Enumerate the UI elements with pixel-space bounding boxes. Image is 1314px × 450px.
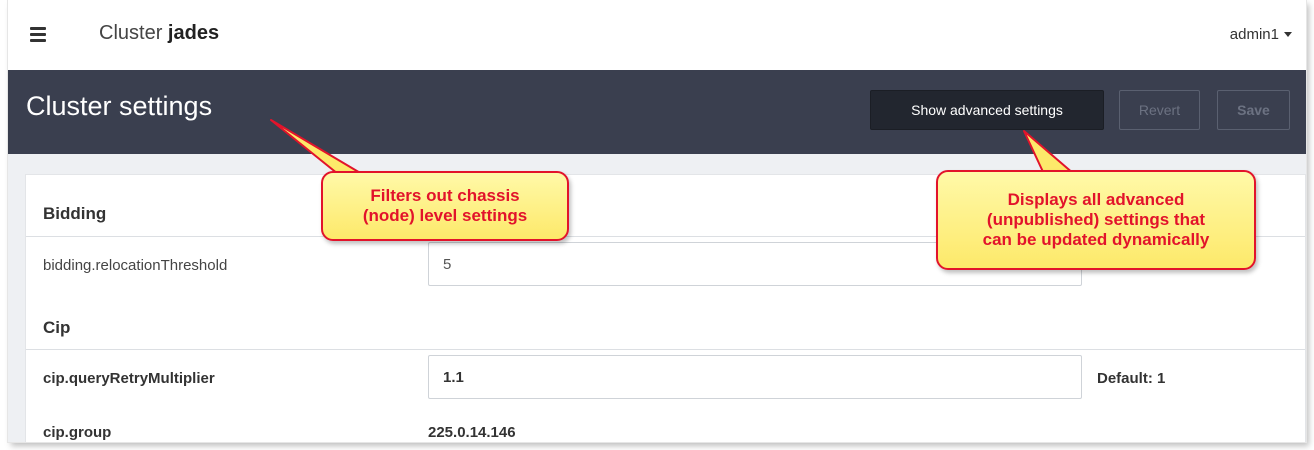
- section-title-cip: Cip: [43, 318, 71, 337]
- setting-label-cip-group: cip.group: [43, 424, 112, 441]
- app-window: Cluster jades admin1 Cluster settings Sh…: [8, 0, 1306, 442]
- show-advanced-settings-button[interactable]: Show advanced settings: [870, 90, 1104, 130]
- settings-panel: Bidding bidding.relocationThreshold 5 Ci…: [25, 174, 1306, 442]
- top-navbar: Cluster jades admin1: [8, 0, 1306, 70]
- cluster-title-prefix: Cluster: [99, 22, 163, 44]
- section-divider: [26, 236, 1305, 237]
- user-name[interactable]: admin1: [1230, 26, 1279, 43]
- cip-group-value: 225.0.14.146: [428, 424, 516, 441]
- query-retry-multiplier-input[interactable]: 1.1: [428, 355, 1082, 399]
- cluster-title: Cluster jades: [99, 22, 219, 45]
- cluster-name: jades: [167, 22, 220, 44]
- setting-label-relocation-threshold: bidding.relocationThreshold: [43, 257, 228, 274]
- default-value-note: Default: 1: [1097, 370, 1166, 387]
- section-title-bidding: Bidding: [43, 204, 107, 223]
- user-menu[interactable]: admin1: [1230, 26, 1292, 43]
- save-button[interactable]: Save: [1217, 90, 1290, 130]
- relocation-threshold-input[interactable]: 5: [428, 242, 1082, 286]
- section-divider: [26, 349, 1305, 350]
- page-title: Cluster settings: [26, 91, 213, 121]
- hamburger-menu-icon[interactable]: [30, 27, 46, 42]
- setting-label-query-retry-multiplier: cip.queryRetryMultiplier: [43, 370, 215, 387]
- revert-button[interactable]: Revert: [1119, 90, 1200, 130]
- caret-down-icon[interactable]: [1284, 32, 1292, 37]
- main-content: Bidding bidding.relocationThreshold 5 Ci…: [8, 154, 1306, 442]
- page-header: Cluster settings Show advanced settings …: [8, 70, 1306, 154]
